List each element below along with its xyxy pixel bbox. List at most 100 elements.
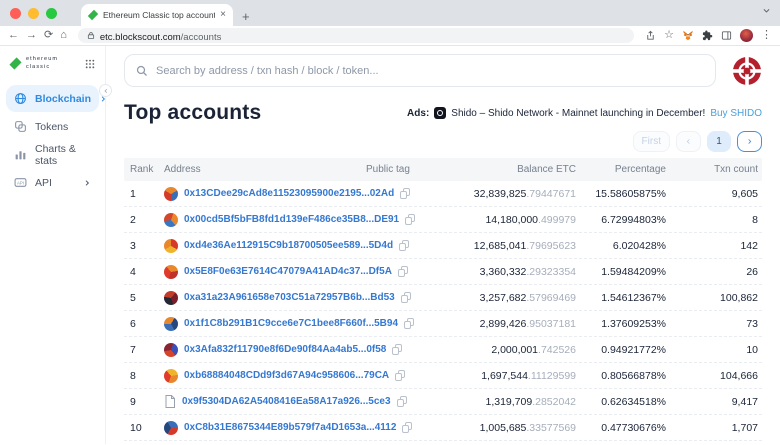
address-link[interactable]: 0xC8b31E8675344E89b579f7a4D1653a...4112 xyxy=(184,422,396,433)
percentage-cell: 1.59484209% xyxy=(580,266,670,278)
address-link[interactable]: 0x00cd5Bf5bFB8fd1d139eF486ce35B8...DE91 xyxy=(184,214,399,225)
address-link[interactable]: 0xa31a23A961658e703C51a72957B6b...Bd53 xyxy=(184,292,395,303)
etc-diamond-icon xyxy=(9,58,21,70)
apps-grid-icon[interactable] xyxy=(85,59,95,69)
percentage-cell: 15.58605875% xyxy=(580,188,670,200)
copy-icon[interactable] xyxy=(397,396,407,407)
balance-integer: 2,899,426 xyxy=(480,318,527,330)
address-link[interactable]: 0xb68884048CDd9f3d67A94c958606...79CA xyxy=(184,370,389,381)
address-link[interactable]: 0x13CDee29cAd8e11523095900e2195...02Ad xyxy=(184,188,394,199)
balance-fraction: .95037181 xyxy=(526,318,576,330)
bookmark-star-icon[interactable]: ☆ xyxy=(664,30,674,41)
sidebar-item-charts-stats[interactable]: Charts & stats xyxy=(6,141,99,168)
bar-chart-icon xyxy=(14,148,27,161)
txn-count-cell: 9,605 xyxy=(670,188,762,200)
copy-icon[interactable] xyxy=(402,422,412,433)
percentage-cell: 0.94921772% xyxy=(580,344,670,356)
search-input[interactable] xyxy=(156,65,704,77)
search-bar[interactable] xyxy=(124,54,716,87)
copy-icon[interactable] xyxy=(404,318,414,329)
balance-cell: 2,899,426.95037181 xyxy=(432,318,580,330)
address-link[interactable]: 0x3Afa832f11790e8f6De90f84Aa4ab5...0f58 xyxy=(184,344,386,355)
address-link[interactable]: 0x1f1C8b291B1C9cce6e7C1bee8F660f...5B94 xyxy=(184,318,398,329)
main-content: Top accounts Ads: Shido – Shido Network … xyxy=(106,46,780,444)
header-txn-count: Txn count xyxy=(670,164,762,175)
buy-shido-link[interactable]: Buy SHIDO xyxy=(710,108,762,119)
toolbar-actions: ☆ ⋮ xyxy=(645,29,772,42)
browser-tab[interactable]: Ethereum Classic top account × xyxy=(81,4,233,26)
window-zoom-button[interactable] xyxy=(46,8,57,19)
balance-cell: 32,839,825.79447671 xyxy=(432,188,580,200)
copy-icon[interactable] xyxy=(400,188,410,199)
txn-count-cell: 142 xyxy=(670,240,762,252)
table-row: 8 0xb68884048CDd9f3d67A94c958606...79CA … xyxy=(124,363,762,389)
percentage-cell: 6.020428% xyxy=(580,240,670,252)
address-identicon xyxy=(164,369,178,383)
sidebar-item-api[interactable]: API API xyxy=(6,169,99,196)
share-icon[interactable] xyxy=(645,30,656,41)
balance-fraction: .33577569 xyxy=(526,422,576,434)
balance-cell: 3,257,682.57969469 xyxy=(432,292,580,304)
back-icon[interactable]: ← xyxy=(8,30,19,41)
percentage-cell: 0.80566878% xyxy=(580,370,670,382)
address-link[interactable]: 0x9f5304DA62A5408416Ea58A17a926...5ce3 xyxy=(182,396,391,407)
kebab-menu-icon[interactable]: ⋮ xyxy=(761,30,772,41)
sidebar-item-blockchain[interactable]: Blockchain xyxy=(6,85,99,112)
txn-count-cell: 100,862 xyxy=(670,292,762,304)
copy-icon[interactable] xyxy=(392,344,402,355)
ethereum-classic-logo[interactable]: ethereum classic xyxy=(0,56,105,71)
balance-integer: 3,360,332 xyxy=(480,266,527,278)
profile-avatar[interactable] xyxy=(740,29,753,42)
pagination-first-button[interactable]: First xyxy=(633,131,670,152)
address-bar[interactable]: etc.blockscout.com/accounts xyxy=(78,28,634,43)
balance-cell: 1,319,709.2852042 xyxy=(432,396,580,408)
copy-icon[interactable] xyxy=(395,370,405,381)
table-row: 5 0xa31a23A961658e703C51a72957B6b...Bd53… xyxy=(124,285,762,311)
rank-cell: 1 xyxy=(124,188,160,200)
metamask-extension-icon[interactable] xyxy=(682,30,694,41)
sidebar-item-tokens[interactable]: Tokens xyxy=(6,113,99,140)
address-identicon xyxy=(164,239,178,253)
address-identicon xyxy=(164,343,178,357)
address-identicon xyxy=(164,421,178,435)
extensions-puzzle-icon[interactable] xyxy=(702,30,713,41)
page-title: Top accounts xyxy=(124,101,261,125)
copy-icon[interactable] xyxy=(401,292,411,303)
txn-count-cell: 26 xyxy=(670,266,762,278)
window-minimize-button[interactable] xyxy=(28,8,39,19)
balance-integer: 2,000,001 xyxy=(491,344,538,356)
forward-icon[interactable]: → xyxy=(26,30,37,41)
shido-icon xyxy=(434,107,446,119)
copy-icon[interactable] xyxy=(399,240,409,251)
copy-icon[interactable] xyxy=(398,266,408,277)
table-body: 1 0x13CDee29cAd8e11523095900e2195...02Ad… xyxy=(124,181,762,445)
copy-icon[interactable] xyxy=(405,214,415,225)
home-icon[interactable]: ⌂ xyxy=(60,30,67,41)
balance-fraction: .742526 xyxy=(538,344,576,356)
tab-close-icon[interactable]: × xyxy=(220,10,226,20)
address-link[interactable]: 0x5E8F0e63E7614C47079A41AD4c37...Df5A xyxy=(184,266,392,277)
new-tab-button[interactable]: + xyxy=(242,10,250,23)
pagination-next-button[interactable] xyxy=(737,131,762,152)
header-balance: Balance ETC xyxy=(432,164,580,175)
balance-fraction: .79695623 xyxy=(526,240,576,252)
txn-count-cell: 104,666 xyxy=(670,370,762,382)
network-menu-icon[interactable] xyxy=(732,56,762,86)
txn-count-cell: 1,707 xyxy=(670,422,762,434)
address-link[interactable]: 0xd4e36Ae112915C9b18700505ee589...5D4d xyxy=(184,240,393,251)
pagination-current-page[interactable]: 1 xyxy=(707,131,731,152)
pagination-prev-button[interactable] xyxy=(676,131,701,152)
window-close-button[interactable] xyxy=(10,8,21,19)
chevron-down-icon[interactable] xyxy=(762,6,771,15)
refresh-icon[interactable]: ⟳ xyxy=(44,30,53,41)
header-address: Address xyxy=(160,164,362,175)
sidebar-collapse-button[interactable] xyxy=(99,84,112,97)
side-panel-icon[interactable] xyxy=(721,30,732,41)
lock-icon xyxy=(87,31,95,40)
balance-cell: 14,180,000.499979 xyxy=(432,214,580,226)
balance-fraction: .29323354 xyxy=(526,266,576,278)
table-row: 9 0x9f5304DA62A5408416Ea58A17a926...5ce3… xyxy=(124,389,762,415)
contract-icon xyxy=(164,395,176,408)
balance-integer: 12,685,041 xyxy=(474,240,527,252)
balance-integer: 1,697,544 xyxy=(481,370,528,382)
